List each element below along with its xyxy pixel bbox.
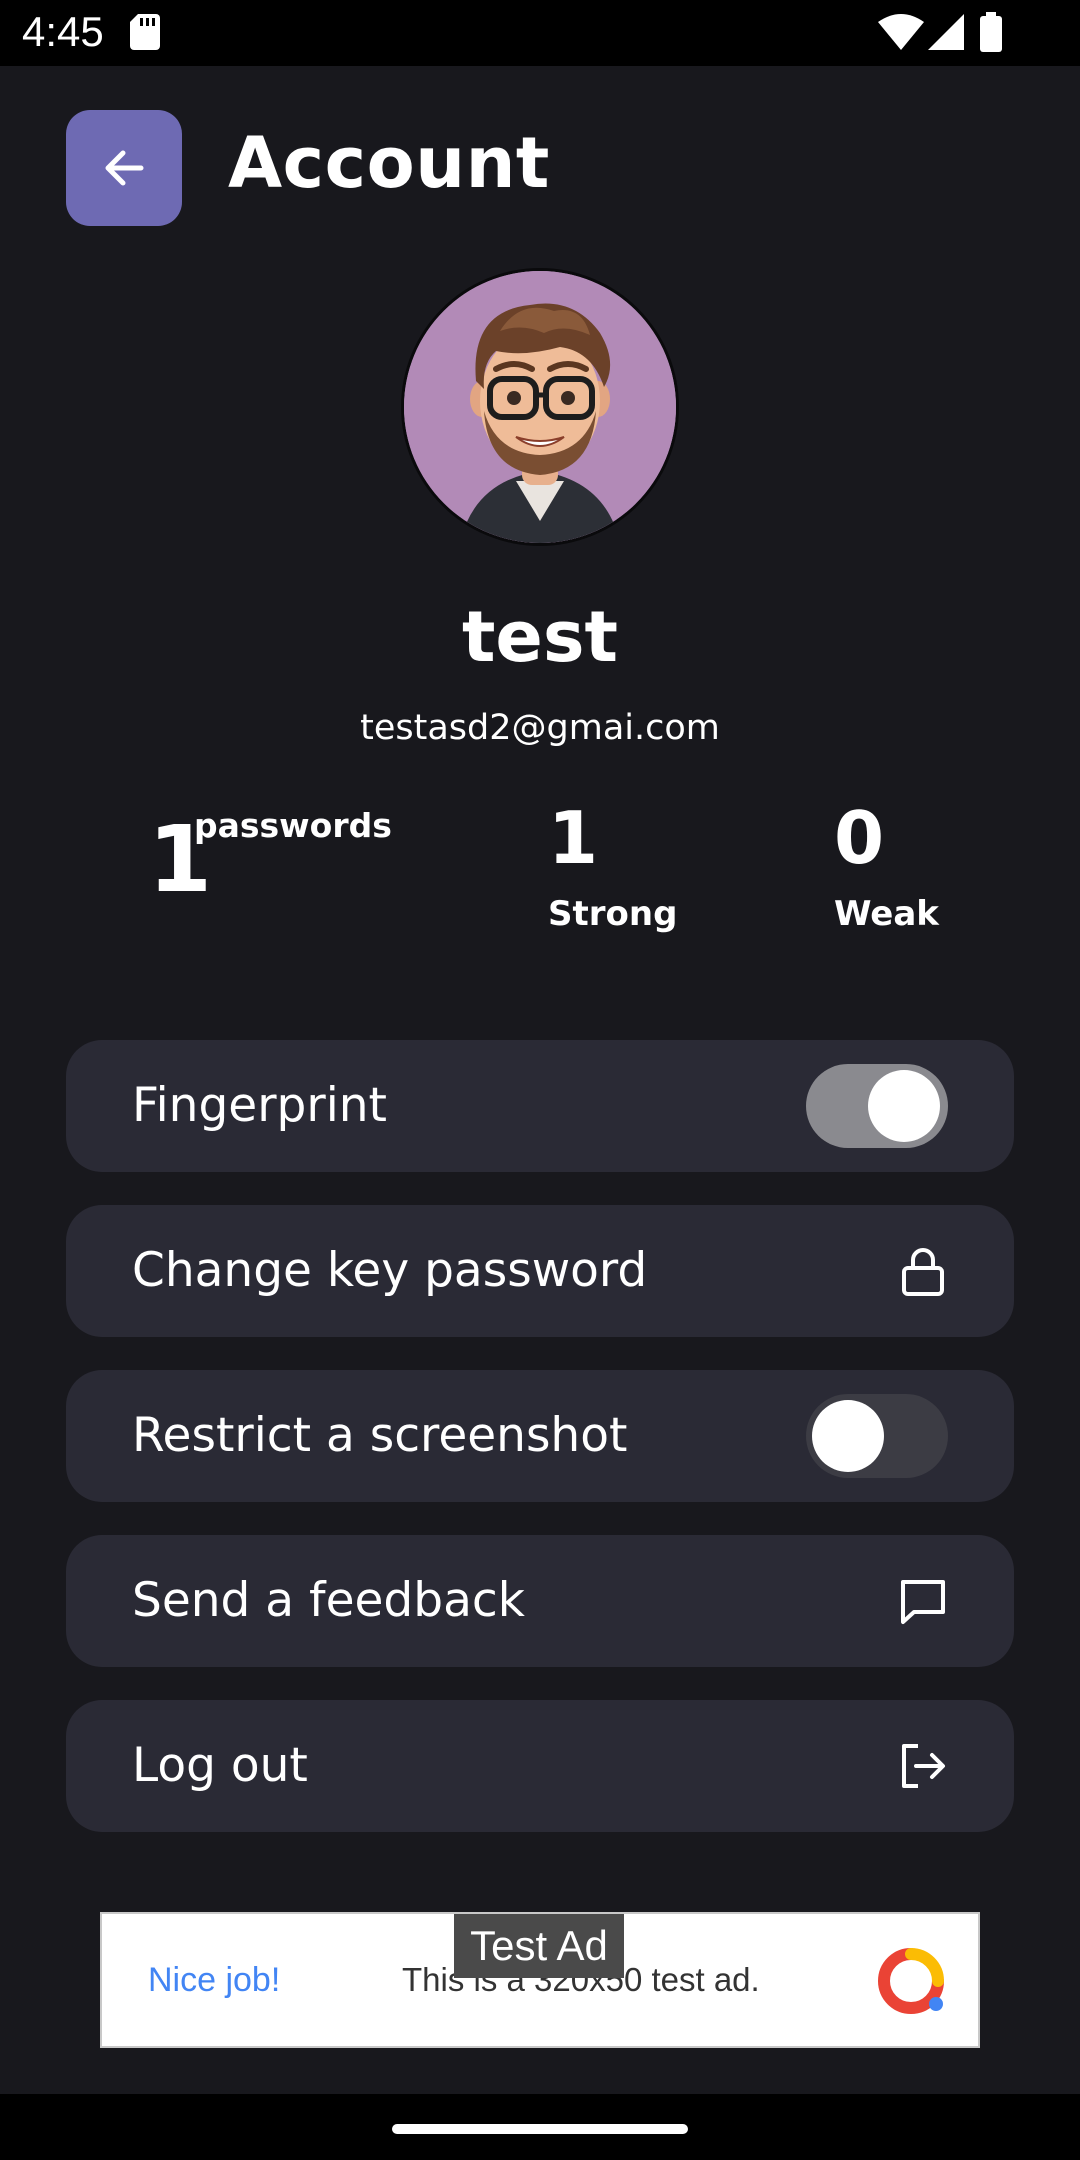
sd-card-icon	[130, 14, 160, 50]
status-bar: 4:45	[0, 0, 1080, 66]
toggle-knob	[868, 1070, 940, 1142]
chat-bubble-icon	[901, 1580, 945, 1624]
stat-weak-label: Weak	[834, 894, 939, 934]
fingerprint-label: Fingerprint	[132, 1078, 387, 1133]
home-indicator[interactable]	[392, 2124, 688, 2134]
send-feedback-row[interactable]: Send a feedback	[66, 1535, 1014, 1667]
ad-headline: Nice job!	[148, 1961, 281, 1999]
status-time: 4:45	[22, 8, 104, 55]
toggle-knob	[812, 1400, 884, 1472]
user-name: test	[461, 596, 619, 678]
avatar[interactable]	[404, 271, 676, 543]
restrict-screenshot-label: Restrict a screenshot	[132, 1408, 628, 1463]
page-title: Account	[228, 122, 550, 204]
logout-icon	[902, 1744, 945, 1788]
stat-weak-value: 0	[834, 796, 885, 880]
signal-icon	[928, 14, 964, 50]
lock-icon	[902, 1248, 944, 1296]
send-feedback-label: Send a feedback	[132, 1573, 525, 1628]
restrict-screenshot-toggle[interactable]	[806, 1394, 948, 1478]
battery-icon	[980, 12, 1002, 52]
arrow-left-icon	[105, 150, 144, 186]
stat-strong-label: Strong	[548, 894, 678, 934]
log-out-label: Log out	[132, 1738, 308, 1793]
log-out-row[interactable]: Log out	[66, 1700, 1014, 1832]
admob-logo-icon	[878, 1948, 944, 2014]
stat-total-passwords-label: passwords	[194, 806, 392, 845]
change-key-password-label: Change key password	[132, 1243, 648, 1298]
wifi-icon	[878, 14, 924, 50]
test-ad-tag: Test Ad	[454, 1914, 624, 1978]
change-key-password-row[interactable]: Change key password	[66, 1205, 1014, 1337]
fingerprint-toggle[interactable]	[806, 1064, 948, 1148]
stat-strong-value: 1	[548, 796, 599, 880]
fingerprint-row[interactable]: Fingerprint	[66, 1040, 1014, 1172]
avatar-image	[404, 271, 676, 543]
restrict-screenshot-row[interactable]: Restrict a screenshot	[66, 1370, 1014, 1502]
back-button[interactable]	[66, 110, 182, 226]
user-email: testasd2@gmai.com	[360, 708, 720, 748]
